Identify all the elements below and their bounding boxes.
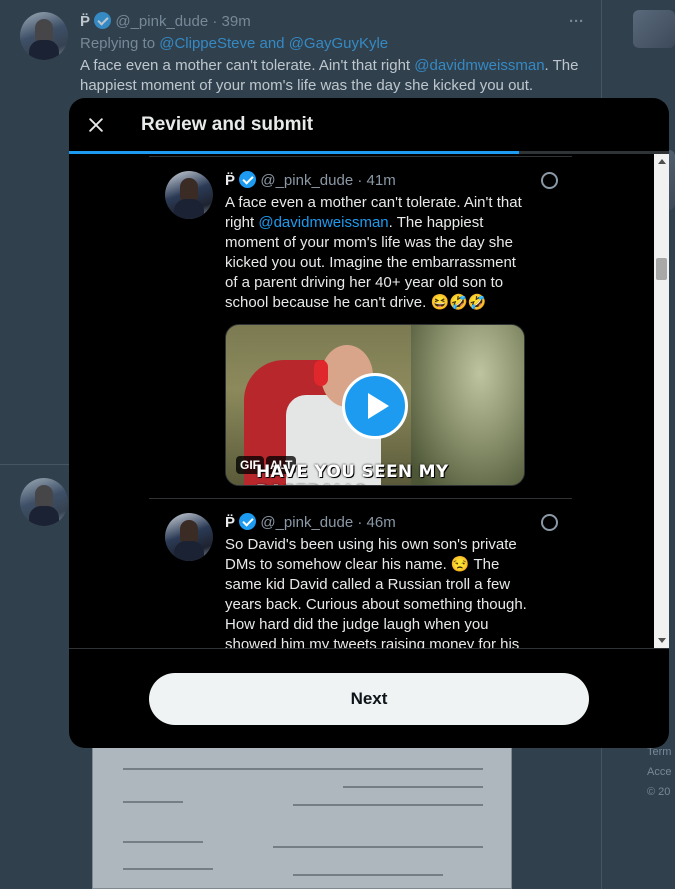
avatar[interactable] <box>165 171 213 219</box>
close-button[interactable] <box>79 108 113 142</box>
select-radio[interactable] <box>541 172 558 189</box>
tweet-mention[interactable]: @davidmweissman <box>258 214 388 231</box>
review-list[interactable]: P̈ @_pink_dude · 41m A face even a mothe… <box>69 154 669 648</box>
scroll-down-icon[interactable] <box>658 638 666 643</box>
gif-media[interactable]: GIF ALT HAVE YOU SEEN MY BASEBALL? <box>225 324 525 486</box>
tweet-text: A face even a mother can't tolerate. Ain… <box>225 193 530 313</box>
scrollbar-thumb[interactable] <box>656 258 667 280</box>
review-item-header: P̈ @_pink_dude · 46m <box>225 513 396 533</box>
scrollbar[interactable] <box>654 154 669 648</box>
tweet-time: · 41m <box>357 172 396 189</box>
user-name[interactable]: P̈ <box>225 514 235 531</box>
next-button[interactable]: Next <box>149 673 589 725</box>
verified-icon <box>239 513 257 530</box>
modal-header: Review and submit <box>69 98 669 151</box>
tweet-time: · 46m <box>357 514 396 531</box>
review-modal: Review and submit P̈ @_pink_dude · 41m A… <box>69 98 669 748</box>
tweet-text: So David's been using his own son's priv… <box>225 536 527 648</box>
user-handle[interactable]: @_pink_dude <box>260 172 353 189</box>
modal-footer: Next <box>69 648 669 748</box>
headphone-shape <box>314 360 328 386</box>
avatar[interactable] <box>165 513 213 561</box>
user-name[interactable]: P̈ <box>225 172 235 189</box>
verified-icon <box>239 171 257 188</box>
close-icon <box>89 118 103 132</box>
user-handle[interactable]: @_pink_dude <box>260 514 353 531</box>
review-item-header: P̈ @_pink_dude · 41m <box>225 171 396 191</box>
review-item[interactable]: P̈ @_pink_dude · 41m A face even a mothe… <box>149 156 572 498</box>
select-radio[interactable] <box>541 514 558 531</box>
play-icon[interactable] <box>342 373 408 439</box>
review-item[interactable]: P̈ @_pink_dude · 46m So David's been usi… <box>149 498 572 648</box>
modal-title: Review and submit <box>141 114 314 135</box>
scroll-up-icon[interactable] <box>658 159 666 164</box>
gif-caption: HAVE YOU SEEN MY BASEBALL? <box>256 462 449 485</box>
